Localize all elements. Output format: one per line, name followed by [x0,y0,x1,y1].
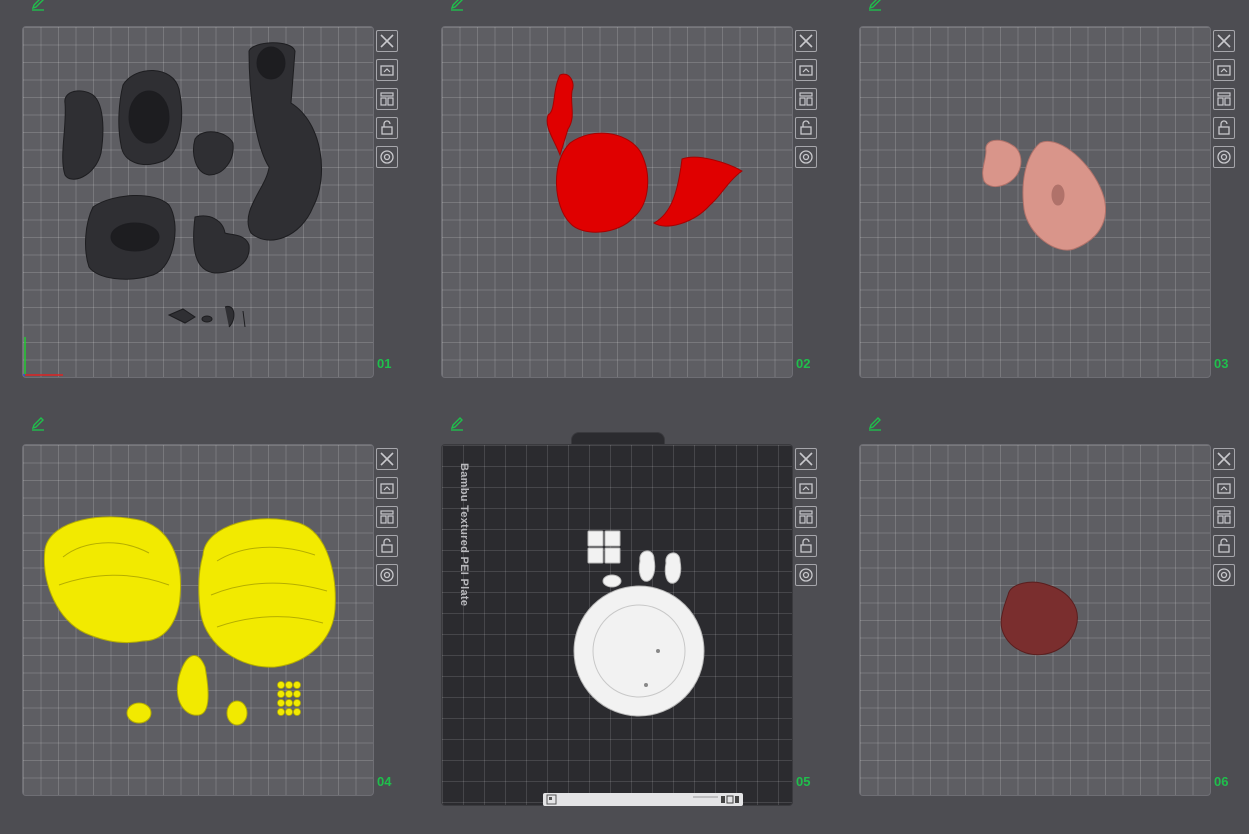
plate-number: 05 [796,774,811,789]
plate-toolbar-01 [376,30,398,175]
small-ball-grid [277,681,301,716]
pencil-icon[interactable] [30,415,46,431]
close-icon[interactable] [795,30,817,52]
build-plate-06[interactable] [859,444,1211,796]
settings-icon[interactable] [795,146,817,168]
arrange-icon[interactable] [795,88,817,110]
arrange-icon[interactable] [1213,88,1235,110]
arrange-icon[interactable] [1213,506,1235,528]
build-plate-02[interactable] [441,26,793,378]
plate-objects-05 [573,530,705,717]
close-icon[interactable] [376,30,398,52]
plate-toolbar-04 [376,448,398,593]
plate-toolbar-06 [1213,448,1235,593]
settings-icon[interactable] [795,564,817,586]
plate-objects-04 [43,516,336,726]
settings-icon[interactable] [376,146,398,168]
arrange-icon[interactable] [376,88,398,110]
lock-icon[interactable] [376,117,398,139]
arrange-icon[interactable] [376,506,398,528]
plate-number: 01 [377,356,392,371]
plate-toolbar-05 [795,448,817,593]
lock-icon[interactable] [795,117,817,139]
lock-icon[interactable] [1213,535,1235,557]
plate-number: 06 [1214,774,1229,789]
plate-cell-05: Bambu Textured PEI Plate 05 [419,415,819,818]
lock-icon[interactable] [795,535,817,557]
pencil-icon[interactable] [449,415,465,431]
auto-orient-icon[interactable] [376,59,398,81]
plate-number: 03 [1214,356,1229,371]
plate-footer-strip [543,793,743,806]
auto-orient-icon[interactable] [376,477,398,499]
auto-orient-icon[interactable] [795,59,817,81]
plate-cell-03: 03 [837,0,1237,400]
arrange-icon[interactable] [795,506,817,528]
close-icon[interactable] [1213,30,1235,52]
pencil-icon[interactable] [867,415,883,431]
lock-icon[interactable] [1213,117,1235,139]
settings-icon[interactable] [1213,564,1235,586]
auto-orient-icon[interactable] [1213,59,1235,81]
plate-objects-03 [982,139,1106,251]
lock-icon[interactable] [376,535,398,557]
build-plate-04[interactable] [22,444,374,796]
pencil-icon[interactable] [449,0,465,11]
build-plate-05[interactable]: Bambu Textured PEI Plate [441,444,793,806]
pencil-icon[interactable] [867,0,883,11]
plate-cell-04: 04 [0,415,400,818]
plate-number: 04 [377,774,392,789]
plate-objects-02 [546,73,743,233]
close-icon[interactable] [1213,448,1235,470]
close-icon[interactable] [795,448,817,470]
build-plate-01[interactable] [22,26,374,378]
plate-cell-01: 01 [0,0,400,400]
plate-objects-06 [1000,581,1078,656]
qr-code-icon [546,794,739,805]
plate-toolbar-03 [1213,30,1235,175]
plate-cell-06: 06 [837,415,1237,818]
plate-cell-02: 02 [419,0,819,400]
auto-orient-icon[interactable] [1213,477,1235,499]
settings-icon[interactable] [376,564,398,586]
plate-number: 02 [796,356,811,371]
auto-orient-icon[interactable] [795,477,817,499]
close-icon[interactable] [376,448,398,470]
settings-icon[interactable] [1213,146,1235,168]
plate-objects-01 [23,42,323,376]
build-plate-03[interactable] [859,26,1211,378]
pencil-icon[interactable] [30,0,46,11]
plate-toolbar-02 [795,30,817,175]
